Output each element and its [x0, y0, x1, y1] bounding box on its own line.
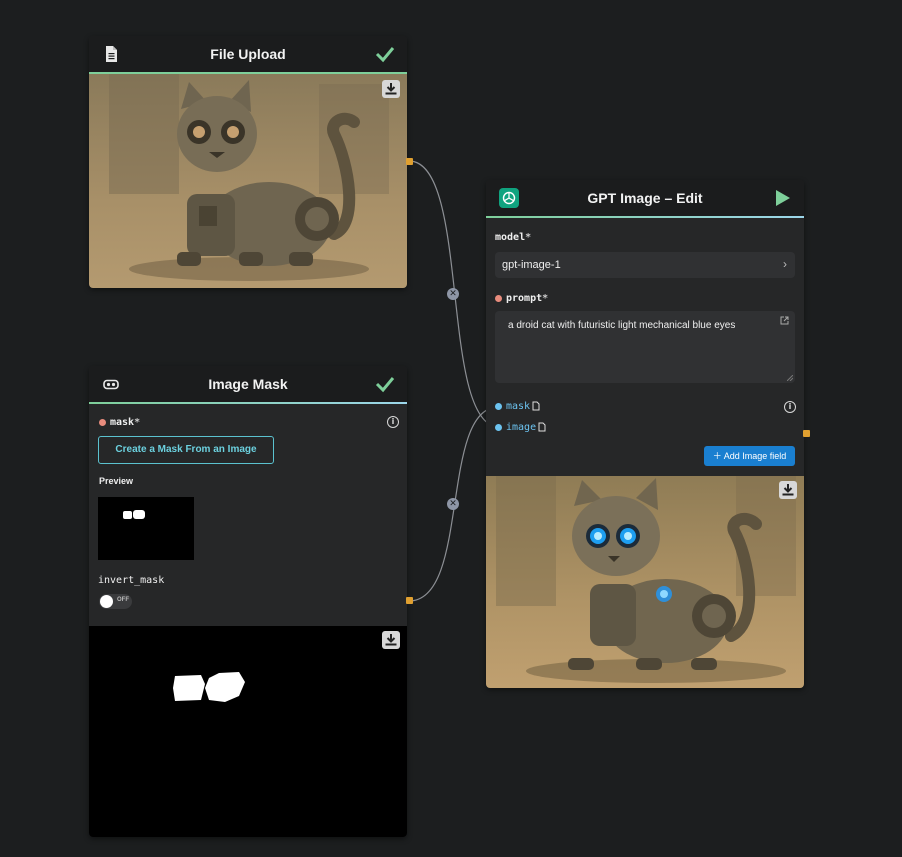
play-icon[interactable]: [774, 188, 792, 208]
prompt-textarea[interactable]: a droid cat with futuristic light mechan…: [495, 311, 795, 383]
output-port[interactable]: [406, 158, 413, 165]
check-icon: [375, 377, 395, 393]
mask-label: mask*: [110, 417, 141, 428]
download-button[interactable]: [382, 631, 400, 649]
mask-output-image: [89, 626, 407, 837]
add-image-field-button[interactable]: ＋ Add Image field: [704, 446, 795, 466]
prompt-value: a droid cat with futuristic light mechan…: [508, 320, 736, 331]
resize-handle-icon[interactable]: [787, 375, 793, 381]
remove-wire-icon[interactable]: ✕: [447, 498, 459, 510]
node-header[interactable]: File Upload: [89, 36, 407, 74]
output-port[interactable]: [406, 597, 413, 604]
remove-wire-icon[interactable]: ✕: [447, 288, 459, 300]
model-value: gpt-image-1: [502, 259, 561, 271]
download-button[interactable]: [779, 481, 797, 499]
blue-eyed-robot-cat-image: [486, 476, 804, 688]
download-icon: [385, 83, 397, 95]
download-button[interactable]: [382, 80, 400, 98]
required-input-dot: [495, 295, 502, 302]
node-header[interactable]: GPT Image – Edit: [486, 180, 804, 218]
generated-image: [486, 476, 804, 688]
image-mask-node[interactable]: Image Mask mask* i Create a Mask From an…: [89, 366, 413, 837]
mask-output-shape: [173, 672, 245, 702]
input-port-image[interactable]: [495, 424, 502, 431]
expand-icon[interactable]: [780, 316, 789, 325]
robot-cat-image: [89, 74, 407, 288]
node-header[interactable]: Image Mask: [89, 366, 407, 404]
check-icon: [375, 47, 395, 63]
info-icon[interactable]: i: [784, 401, 796, 413]
gpt-image-edit-node[interactable]: GPT Image – Edit model* gpt-image-1 › pr…: [486, 180, 810, 688]
download-icon: [385, 634, 397, 646]
mask-preview-shape: [123, 510, 145, 519]
prompt-label: prompt*: [506, 293, 549, 304]
toggle-state: OFF: [117, 597, 129, 603]
plus-icon: ＋: [712, 451, 722, 461]
invert-mask-toggle[interactable]: OFF: [99, 594, 132, 609]
required-input-dot: [99, 419, 106, 426]
file-icon: [532, 401, 540, 411]
download-icon: [782, 484, 794, 496]
node-title: File Upload: [210, 46, 286, 62]
model-select[interactable]: gpt-image-1 ›: [495, 252, 795, 278]
node-title: GPT Image – Edit: [587, 190, 703, 206]
output-port[interactable]: [803, 430, 810, 437]
model-label: model*: [495, 232, 532, 243]
mask-preview: [98, 497, 194, 560]
preview-label: Preview: [99, 476, 134, 486]
image-input-label: image: [506, 422, 537, 433]
info-icon[interactable]: i: [387, 416, 399, 428]
node-title: Image Mask: [208, 376, 288, 392]
uploaded-image: [89, 74, 407, 288]
invert-mask-label: invert_mask: [98, 575, 165, 586]
create-mask-button[interactable]: Create a Mask From an Image: [98, 436, 274, 464]
file-upload-node[interactable]: File Upload: [89, 36, 413, 288]
toggle-knob: [100, 595, 113, 608]
workflow-canvas[interactable]: ✕ ✕ File Upload Image Mask mask* i Creat…: [0, 0, 902, 857]
file-icon: [538, 422, 546, 432]
chevron-right-icon: ›: [783, 257, 787, 271]
mask-input-label: mask: [506, 401, 531, 412]
input-port-mask[interactable]: [495, 403, 502, 410]
